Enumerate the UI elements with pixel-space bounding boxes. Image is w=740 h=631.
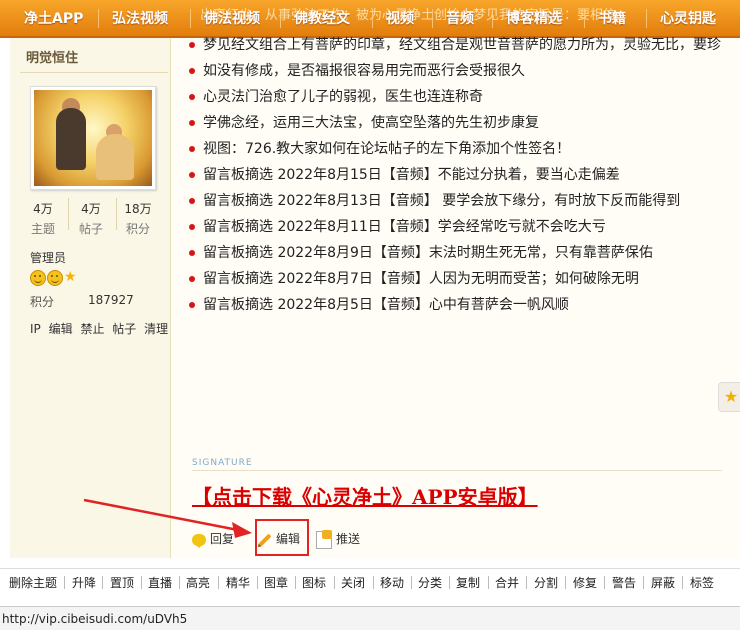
nav-item-app[interactable]: 净土APP (24, 9, 83, 29)
mod-tags[interactable]: 标签 (690, 574, 714, 591)
list-item[interactable]: 留言板摘选 2022年8月9日【音频】末法时期生死无常，只有靠菩萨保佑 (189, 240, 721, 266)
sun-rank-icon (47, 270, 63, 286)
mod-split[interactable]: 分割 (534, 574, 558, 591)
admin-link-ip[interactable]: IP (30, 322, 41, 336)
mod-category[interactable]: 分类 (418, 574, 442, 591)
stat-credits[interactable]: 18万 积分 (113, 200, 163, 237)
signature-download-link[interactable]: 【点击下载《心灵净土》APP安卓版】 (192, 481, 538, 510)
user-group[interactable]: 管理员 (30, 249, 66, 266)
admin-link-clean[interactable]: 清理 (144, 322, 168, 336)
signature-label: SIGNATURE (192, 458, 253, 468)
nav-item-books[interactable]: 书籍 (598, 9, 626, 29)
admin-links: IP 编辑 禁止 帖子 清理 (30, 320, 172, 337)
nav-item-audio[interactable]: 音频 (446, 9, 474, 29)
nav-item-fofa-video[interactable]: 佛法视频 (204, 9, 260, 29)
nav-item-blog[interactable]: 博客精选 (506, 9, 562, 29)
nav-item-sutras[interactable]: 佛教经文 (294, 9, 350, 29)
related-post-list: 梦见经文组合上有菩萨的印章，经文组合是观世音菩萨的愿力所为，灵验无比，要珍 如没… (189, 32, 721, 318)
mod-highlight[interactable]: 高亮 (186, 574, 210, 591)
list-item[interactable]: 如没有修成，是否福报很容易用完而恶行会受报很久 (189, 58, 721, 84)
reply-icon (192, 533, 206, 548)
mod-delete-thread[interactable]: 删除主题 (9, 574, 57, 591)
mod-close[interactable]: 关闭 (341, 574, 365, 591)
mod-repair[interactable]: 修复 (573, 574, 597, 591)
points-value: 187927 (88, 293, 134, 307)
list-item[interactable]: 留言板摘选 2022年8月11日【音频】学会经常吃亏就不会吃大亏 (189, 214, 721, 240)
user-rank-stars: ★ (30, 270, 77, 286)
admin-link-edit[interactable]: 编辑 (49, 322, 73, 336)
avatar[interactable] (30, 86, 156, 190)
mod-bump[interactable]: 升降 (72, 574, 96, 591)
list-item[interactable]: 留言板摘选 2022年8月7日【音频】人因为无明而受苦；如何破除无明 (189, 266, 721, 292)
edit-highlight-box (255, 519, 309, 556)
reply-button[interactable]: 回复 (192, 528, 234, 550)
list-item[interactable]: 视图：726.教大家如何在论坛帖子的左下角添加个性签名！ (189, 136, 721, 162)
list-item[interactable]: 留言板摘选 2022年8月5日【音频】心中有菩萨会一帆风顺 (189, 292, 721, 318)
mod-merge[interactable]: 合并 (495, 574, 519, 591)
star-rank-icon: ★ (64, 269, 77, 285)
mod-copy[interactable]: 复制 (456, 574, 480, 591)
sun-rank-icon (30, 270, 46, 286)
admin-link-posts[interactable]: 帖子 (112, 322, 136, 336)
push-icon (316, 529, 332, 549)
list-item[interactable]: 梦见经文组合上有菩萨的印章，经文组合是观世音菩萨的愿力所为，灵验无比，要珍 (189, 32, 721, 58)
list-item[interactable]: 留言板摘选 2022年8月15日【音频】不能过分执着，要当心走偏差 (189, 162, 721, 188)
points-label: 积分 (30, 295, 55, 309)
user-panel: 明觉恒住 4万 主题 4万 帖子 18万 积分 管理员 ★ 积分 187927 … (10, 38, 171, 558)
mod-sticky[interactable]: 置顶 (110, 574, 134, 591)
status-bar-url: http://vip.cibeisudi.com/uDVh5 (0, 606, 740, 630)
push-button[interactable]: 推送 (316, 528, 360, 550)
favorite-star-icon[interactable]: ★ (718, 382, 740, 412)
username[interactable]: 明觉恒住 (26, 47, 78, 66)
mod-move[interactable]: 移动 (380, 574, 404, 591)
moderation-toolbar: 删除主题 升降 置顶 直播 高亮 精华 图章 图标 关闭 移动 分类 复制 合并… (0, 568, 740, 595)
mod-digest[interactable]: 精华 (226, 574, 250, 591)
mod-warn[interactable]: 警告 (612, 574, 636, 591)
list-item[interactable]: 留言板摘选 2022年8月13日【音频】 要学会放下缘分，有时放下反而能得到 (189, 188, 721, 214)
list-item[interactable]: 学佛念经，运用三大法宝，使高空坠落的先生初步康复 (189, 110, 721, 136)
mod-block[interactable]: 屏蔽 (651, 574, 675, 591)
nav-item-keys[interactable]: 心灵钥匙 (660, 9, 716, 29)
admin-link-ban[interactable]: 禁止 (80, 322, 104, 336)
nav-item-hongfa-video[interactable]: 弘法视频 (112, 9, 168, 29)
post-content: 梦见经文组合上有菩萨的印章，经文组合是观世音菩萨的愿力所为，灵验无比，要珍 如没… (171, 37, 740, 558)
stat-threads[interactable]: 4万 主题 (18, 200, 68, 237)
mod-stamp[interactable]: 图章 (264, 574, 288, 591)
mod-live[interactable]: 直播 (148, 574, 172, 591)
nav-item-video[interactable]: 视频 (386, 9, 414, 29)
list-item[interactable]: 心灵法门治愈了儿子的弱视，医生也连连称奇 (189, 84, 721, 110)
stat-posts[interactable]: 4万 帖子 (66, 200, 116, 237)
mod-icon[interactable]: 图标 (302, 574, 326, 591)
